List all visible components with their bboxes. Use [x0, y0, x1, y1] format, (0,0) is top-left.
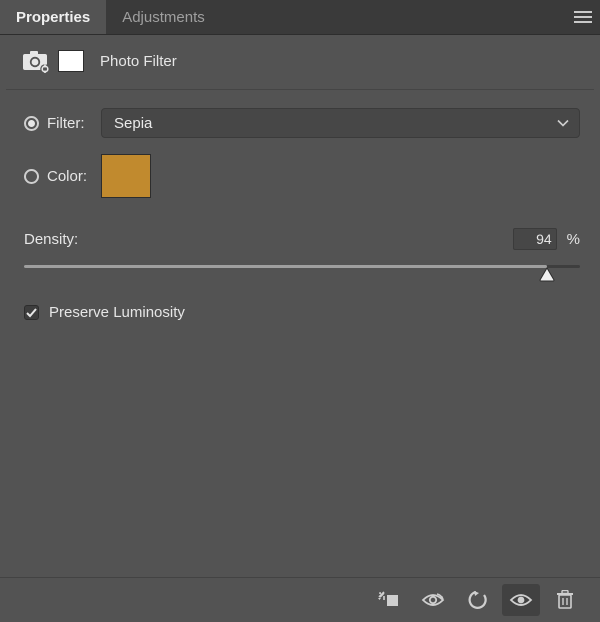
- view-previous-state-icon: [421, 592, 445, 608]
- view-previous-state-button[interactable]: [414, 584, 452, 616]
- clip-to-layer-button[interactable]: [370, 584, 408, 616]
- layer-mask-thumbnail[interactable]: [58, 50, 84, 72]
- toggle-visibility-button[interactable]: [502, 584, 540, 616]
- slider-fill: [24, 265, 547, 268]
- color-row: Color:: [24, 154, 580, 198]
- panel-menu-button[interactable]: [566, 0, 600, 34]
- preserve-luminosity-row: Preserve Luminosity: [24, 304, 580, 321]
- hamburger-icon: [574, 11, 592, 23]
- tab-properties[interactable]: Properties: [0, 0, 106, 34]
- density-label: Density:: [24, 231, 513, 248]
- properties-panel: Properties Adjustments: [0, 0, 600, 622]
- check-icon: [26, 308, 37, 318]
- tab-adjustments-label: Adjustments: [122, 9, 205, 26]
- color-swatch[interactable]: [101, 154, 151, 198]
- reset-to-default-icon: [466, 591, 488, 609]
- slider-thumb[interactable]: [539, 268, 555, 282]
- reset-to-default-button[interactable]: [458, 584, 496, 616]
- camera-adjustment-icon: [22, 49, 50, 73]
- panel-footer: [0, 577, 600, 622]
- radio-filter-label: Filter:: [47, 115, 101, 132]
- filter-preset-value: Sepia: [114, 115, 152, 132]
- chevron-down-icon: [557, 115, 569, 132]
- density-row: Density: %: [24, 228, 580, 250]
- preserve-luminosity-label: Preserve Luminosity: [49, 304, 185, 321]
- density-unit: %: [567, 231, 580, 248]
- radio-color-label: Color:: [47, 168, 101, 185]
- radio-color[interactable]: [24, 169, 39, 184]
- density-slider[interactable]: [24, 262, 580, 284]
- tab-adjustments[interactable]: Adjustments: [106, 0, 221, 34]
- tab-properties-label: Properties: [16, 9, 90, 26]
- filter-preset-dropdown[interactable]: Sepia: [101, 108, 580, 138]
- adjustment-layer-title: Photo Filter: [100, 53, 177, 70]
- panel-body: Filter: Sepia Color: Density: %: [0, 90, 600, 577]
- filter-row: Filter: Sepia: [24, 108, 580, 138]
- visibility-icon: [509, 592, 533, 608]
- trash-icon: [556, 590, 574, 610]
- radio-filter[interactable]: [24, 116, 39, 131]
- clip-to-layer-icon: [378, 591, 400, 609]
- panel-tabs: Properties Adjustments: [0, 0, 600, 35]
- adjustment-layer-header: Photo Filter: [0, 35, 600, 89]
- density-input[interactable]: [513, 228, 557, 250]
- delete-adjustment-button[interactable]: [546, 584, 584, 616]
- preserve-luminosity-checkbox[interactable]: [24, 305, 39, 320]
